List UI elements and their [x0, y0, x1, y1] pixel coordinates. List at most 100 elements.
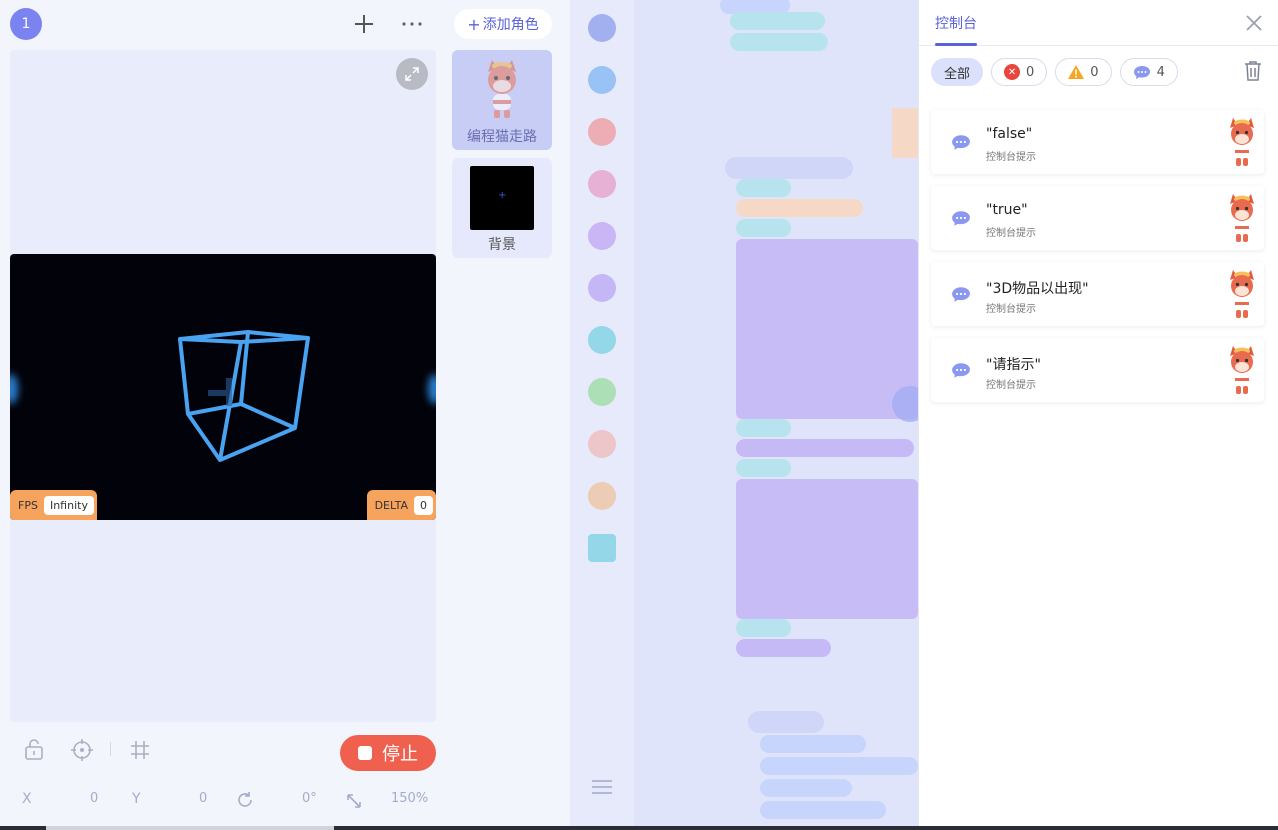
stop-label: 停止: [382, 744, 418, 765]
code-block: [736, 459, 791, 477]
message-source: 控制台提示: [986, 152, 1036, 163]
plus-icon[interactable]: [352, 12, 376, 36]
console-message[interactable]: "true" 控制台提示: [931, 186, 1264, 250]
close-icon[interactable]: [1245, 10, 1263, 38]
code-block: [736, 619, 791, 637]
console-message[interactable]: "false" 控制台提示: [931, 110, 1264, 174]
codecat-avatar: [1230, 346, 1254, 394]
sprite-card-codecat[interactable]: 编程猫走路: [452, 50, 552, 150]
appearance-category-icon[interactable]: [588, 170, 616, 198]
sprite-name: 背景: [488, 237, 516, 253]
codecat-avatar: [1230, 194, 1254, 242]
fps-label: FPS: [18, 498, 38, 512]
stage-number-badge[interactable]: 1: [10, 8, 42, 40]
code-block: [736, 179, 791, 197]
scale-value[interactable]: 150%: [391, 791, 428, 806]
y-value[interactable]: 0: [199, 791, 207, 806]
console-message[interactable]: "请指示" 控制台提示: [931, 338, 1264, 402]
code-block: [892, 108, 918, 158]
filter-all-button[interactable]: 全部: [931, 58, 984, 86]
codecat-avatar: [1230, 118, 1254, 166]
horizontal-scrollbar[interactable]: [0, 826, 1278, 830]
controller-category-icon[interactable]: [588, 66, 616, 94]
console-message-list: "false" 控制台提示 "true" 控制台提示 "3D物品以出现" 控制台…: [931, 110, 1264, 414]
plus-icon: +: [467, 14, 481, 34]
delta-value: 0: [414, 495, 433, 515]
dialog-category-icon[interactable]: [588, 222, 616, 250]
code-block-stack: [736, 239, 918, 419]
filter-messages-button[interactable]: 4: [1119, 58, 1178, 86]
sprite-name: 编程猫走路: [467, 129, 537, 145]
code-block: [760, 801, 886, 819]
scrollbar-thumb[interactable]: [46, 826, 334, 830]
message-icon: [952, 287, 970, 302]
code-block: [760, 779, 852, 797]
delta-label: DELTA: [374, 498, 408, 512]
error-count: 0: [1026, 64, 1035, 80]
block-category-strip: [570, 0, 634, 830]
code-block: [736, 439, 914, 457]
message-source: 控制台提示: [986, 380, 1036, 391]
message-icon: [952, 211, 970, 226]
sprite-card-background[interactable]: 背景: [452, 158, 552, 258]
ghost-category-icon[interactable]: [588, 118, 616, 146]
trash-icon[interactable]: [1244, 60, 1262, 82]
scale-icon[interactable]: [346, 790, 362, 814]
add-sprite-label: 添加角色: [482, 17, 539, 33]
rotation-value[interactable]: 0°: [302, 791, 317, 806]
more-icon[interactable]: [400, 12, 424, 36]
code-block: [736, 219, 791, 237]
filter-warnings-button[interactable]: 0: [1055, 58, 1112, 86]
sensing-category-icon[interactable]: [588, 378, 616, 406]
sprite-list: + 添加角色 编程猫走路 背景: [445, 0, 570, 830]
filter-errors-button[interactable]: ✕ 0: [991, 58, 1048, 86]
code-block: [730, 12, 825, 30]
message-count: 4: [1156, 64, 1165, 80]
tab-underline: [935, 43, 977, 46]
console-header: 控制台: [919, 0, 1278, 46]
pen-category-icon[interactable]: [588, 326, 616, 354]
events-category-icon[interactable]: [588, 14, 616, 42]
rotate-icon[interactable]: [236, 790, 254, 814]
code-block: [736, 639, 831, 657]
console-panel: 控制台 全部 ✕ 0 0 4 "false" 控制台提示 "true" 控制台提…: [918, 0, 1278, 830]
code-block: [736, 199, 863, 217]
message-source: 控制台提示: [986, 228, 1036, 239]
background-thumbnail: [470, 166, 534, 230]
menu-icon[interactable]: [592, 780, 612, 794]
expand-icon[interactable]: [396, 58, 428, 90]
stage-canvas[interactable]: FPS Infinity DELTA 0: [10, 254, 436, 520]
message-text: "false": [986, 126, 1033, 142]
code-block: [736, 419, 791, 437]
stop-button[interactable]: 停止: [340, 735, 436, 771]
fps-indicator: FPS Infinity: [10, 490, 97, 520]
x-label: X: [22, 791, 32, 807]
code-block: [725, 157, 853, 179]
toolbar-divider: [110, 742, 111, 756]
lock-icon[interactable]: [24, 738, 44, 765]
stop-icon: [358, 746, 372, 760]
code-block-stack: [736, 479, 918, 619]
stage-panel: 1 FPS Infinity DELTA 0 停止 X 0 Y 0 0° 150…: [0, 0, 445, 830]
x-value[interactable]: 0: [90, 791, 98, 806]
delta-indicator: DELTA 0: [366, 490, 436, 520]
wireframe-cube: [178, 330, 310, 462]
console-message[interactable]: "3D物品以出现" 控制台提示: [931, 262, 1264, 326]
crosshair-icon[interactable]: [70, 738, 94, 767]
grid-icon[interactable]: [130, 740, 150, 765]
console-filters: 全部 ✕ 0 0 4: [931, 58, 1178, 86]
tab-console[interactable]: 控制台: [935, 13, 977, 33]
bulb-category-icon[interactable]: [588, 274, 616, 302]
stage-toolbar: 1: [0, 0, 445, 48]
y-label: Y: [132, 791, 141, 807]
message-source: 控制台提示: [986, 304, 1036, 315]
function-category-icon[interactable]: [588, 534, 616, 562]
math-category-icon[interactable]: [588, 430, 616, 458]
variable-category-icon[interactable]: [588, 482, 616, 510]
message-text: "3D物品以出现": [986, 281, 1089, 297]
codecat-avatar: [470, 58, 534, 122]
add-sprite-button[interactable]: + 添加角色: [454, 9, 552, 39]
warning-count: 0: [1090, 64, 1099, 80]
message-text: "请指示": [986, 357, 1041, 373]
message-icon: [952, 135, 970, 150]
